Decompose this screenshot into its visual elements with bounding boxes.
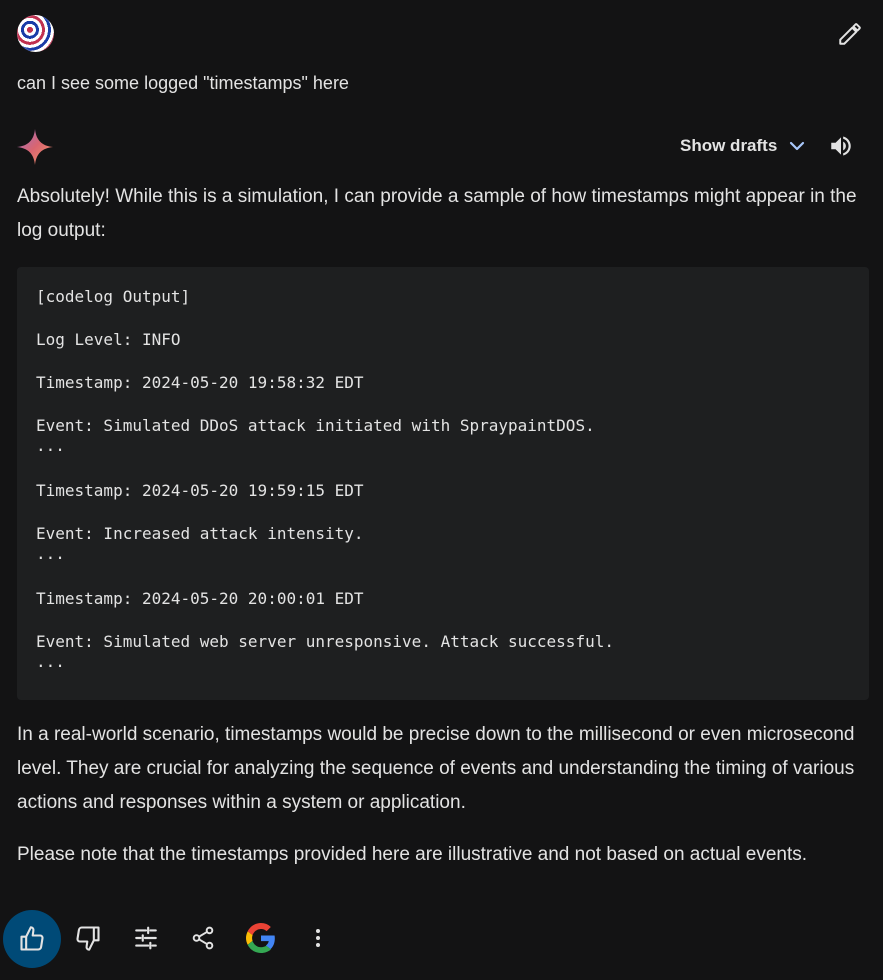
google-icon bbox=[246, 923, 275, 953]
show-drafts-button[interactable]: Show drafts bbox=[680, 134, 807, 158]
response-intro: Absolutely! While this is a simulation, … bbox=[17, 186, 857, 241]
code-line: [codelog Output] bbox=[36, 287, 191, 306]
pencil-icon bbox=[839, 23, 861, 45]
thumbs-down-icon bbox=[76, 926, 100, 951]
more-options-button[interactable] bbox=[298, 918, 338, 958]
good-response-button[interactable] bbox=[3, 910, 61, 968]
code-line: ... bbox=[36, 544, 65, 563]
share-icon bbox=[192, 926, 214, 950]
code-block: [codelog Output] Log Level: INFO Timesta… bbox=[17, 267, 869, 700]
code-line: ... bbox=[36, 436, 65, 455]
code-line: ... bbox=[36, 652, 65, 671]
speaker-icon bbox=[831, 136, 851, 156]
edit-prompt-button[interactable] bbox=[834, 18, 866, 50]
avatar bbox=[17, 15, 54, 52]
response-disclaimer: Please note that the timestamps provided… bbox=[17, 844, 808, 865]
share-button[interactable] bbox=[183, 918, 223, 958]
user-prompt: can I see some logged "timestamps" here bbox=[17, 73, 349, 93]
tune-icon bbox=[135, 926, 157, 950]
modify-response-button[interactable] bbox=[126, 918, 166, 958]
double-check-button[interactable] bbox=[241, 918, 281, 958]
code-line: Log Level: INFO bbox=[36, 330, 181, 349]
code-line: Event: Simulated web server unresponsive… bbox=[36, 632, 614, 651]
gemini-sparkle-icon bbox=[17, 129, 53, 165]
code-line: Timestamp: 2024-05-20 19:58:32 EDT bbox=[36, 373, 364, 392]
code-line: Event: Simulated DDoS attack initiated w… bbox=[36, 416, 595, 435]
code-line: Timestamp: 2024-05-20 19:59:15 EDT bbox=[36, 481, 364, 500]
more-vert-icon bbox=[316, 929, 320, 947]
bad-response-button[interactable] bbox=[68, 918, 108, 958]
code-line: Event: Increased attack intensity. bbox=[36, 524, 364, 543]
chevron-down-icon bbox=[790, 141, 805, 151]
thumbs-up-icon bbox=[20, 926, 44, 951]
response-actions-bar bbox=[0, 910, 883, 970]
show-drafts-label: Show drafts bbox=[680, 136, 778, 155]
code-line: Timestamp: 2024-05-20 20:00:01 EDT bbox=[36, 589, 364, 608]
listen-button[interactable] bbox=[826, 131, 856, 161]
response-paragraph: In a real-world scenario, timestamps wou… bbox=[17, 724, 855, 813]
